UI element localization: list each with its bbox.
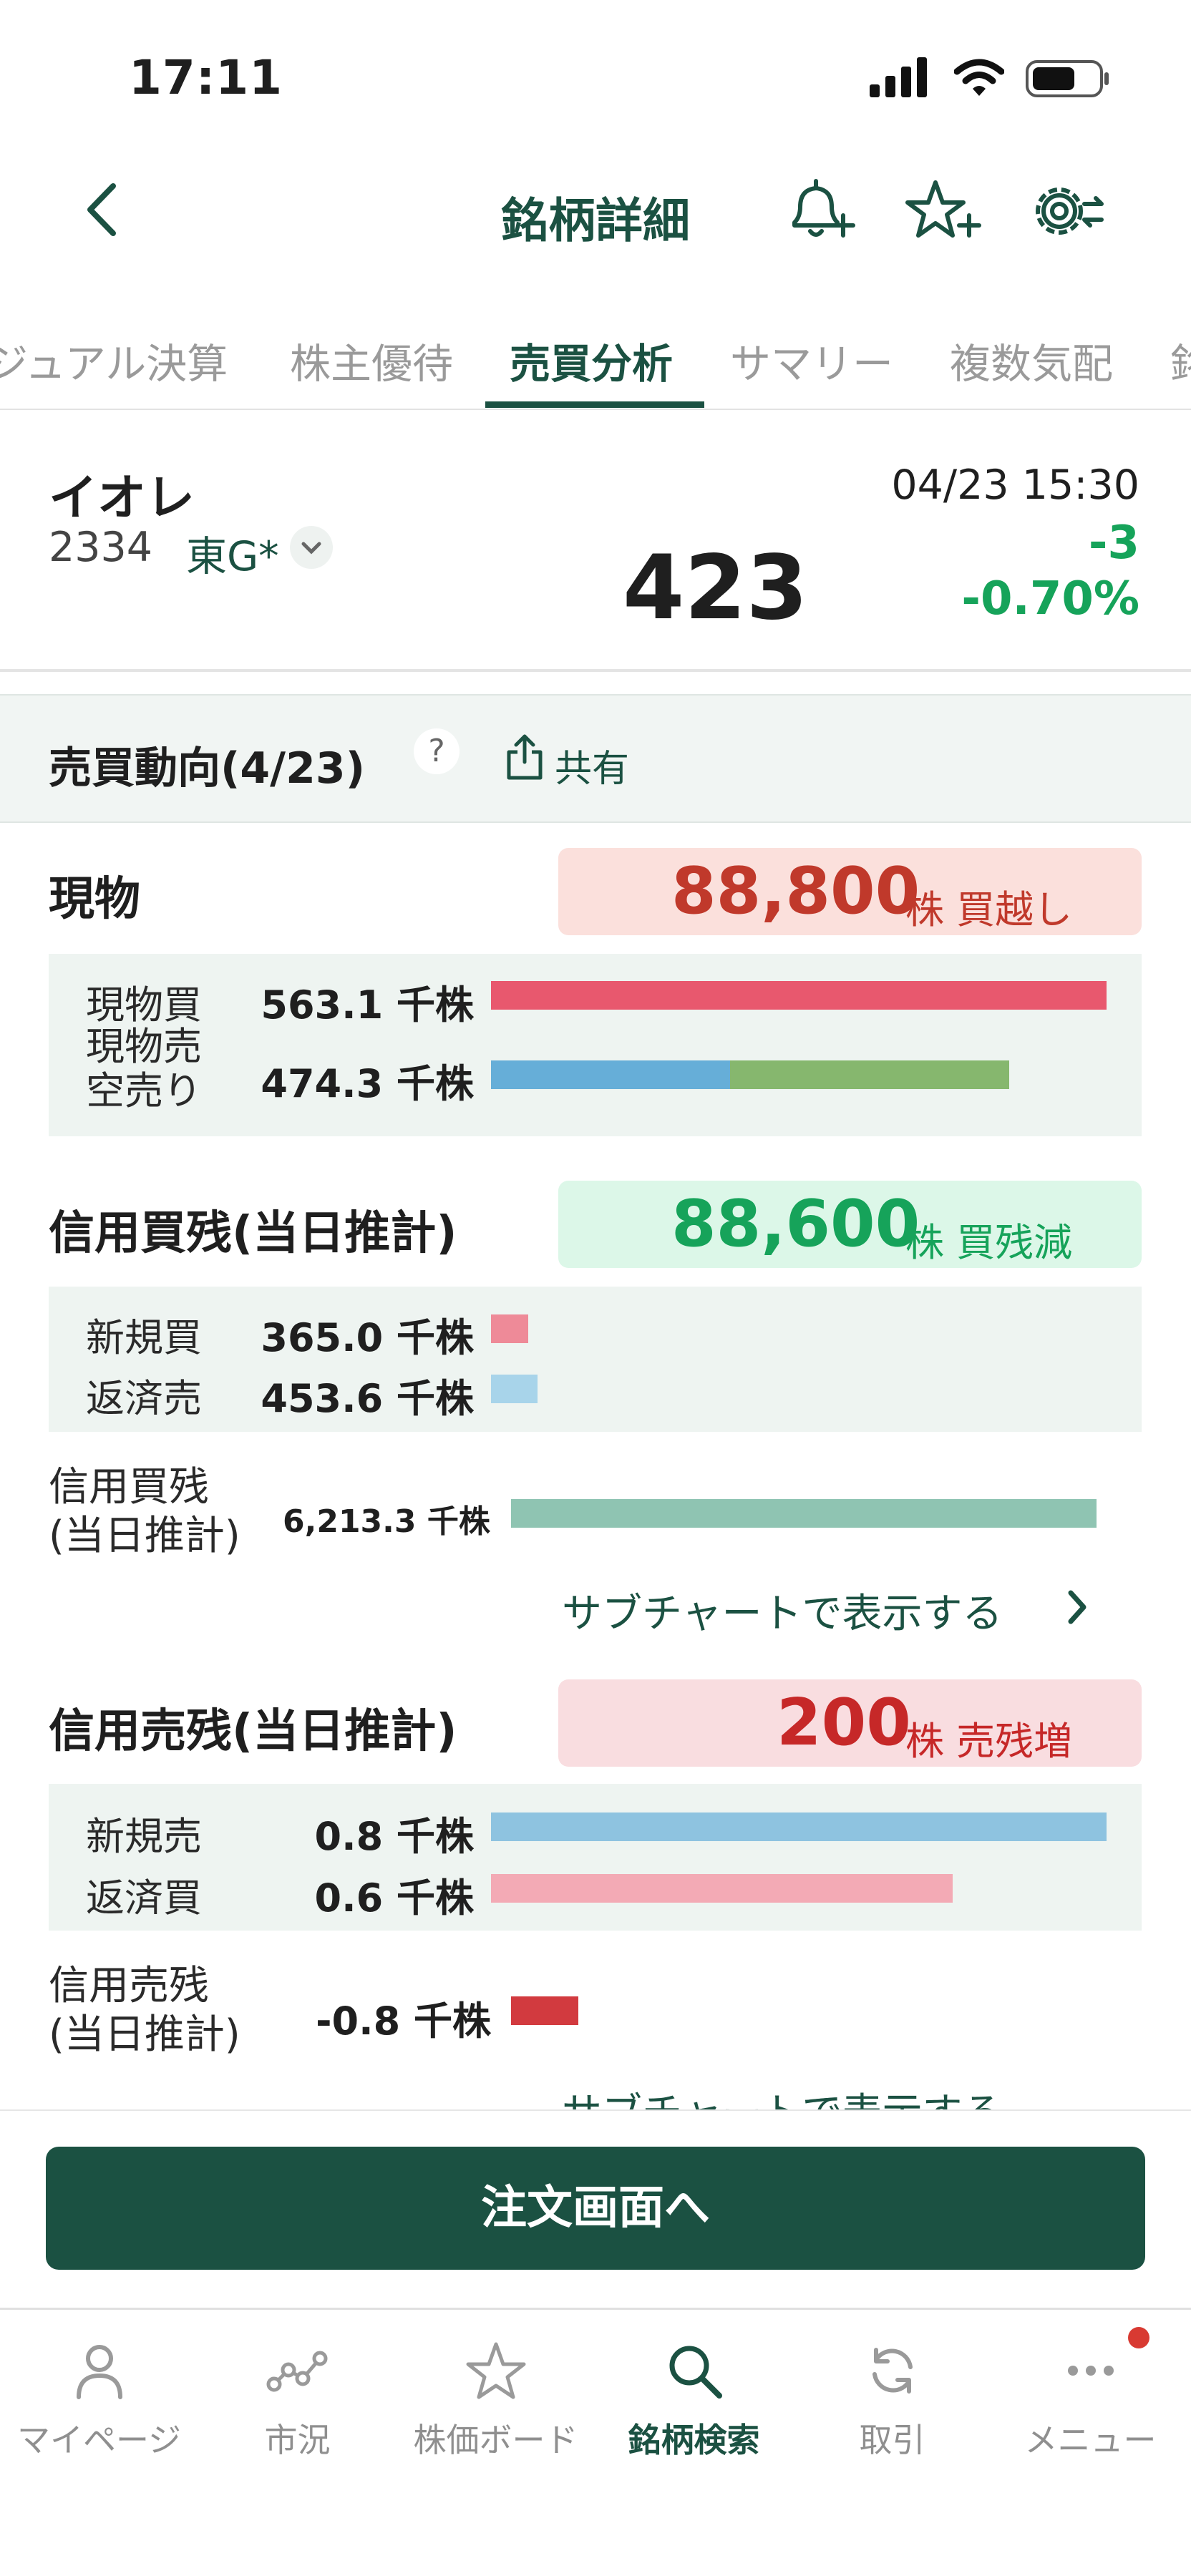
share-button[interactable]: 共有 [555, 738, 629, 792]
active-tab-indicator [485, 401, 704, 408]
nav-menu[interactable]: メニュー [991, 2338, 1190, 2462]
tab-shareholder-benefits[interactable]: 株主優待 [290, 331, 453, 390]
shinyo-kai-new-buy-label: 新規買 [86, 1315, 202, 1360]
shinyo-uri-new-sell-value: 0.8 千株 [314, 1814, 474, 1859]
shinyo-uri-repay-label: 返済買 [86, 1875, 202, 1921]
shinyo-uri-new-sell-bar [491, 1813, 1107, 1841]
genbutsu-sell-value: 474.3 千株 [261, 1061, 474, 1106]
divider [0, 669, 1191, 672]
section-title: 売買動向(4/23) [49, 743, 366, 794]
shinyo-kai-repay-value: 453.6 千株 [261, 1376, 474, 1421]
subchart-link-kai[interactable]: サブチャートで表示する [562, 1581, 1002, 1639]
shinyo-kai-balance-label: 信用買残 (当日推計) [49, 1464, 240, 1559]
nav-menu-label: メニュー [1024, 2421, 1157, 2459]
search-icon [669, 2346, 722, 2399]
nav-market[interactable]: 市況 [198, 2338, 397, 2462]
shinyo-uri-new-sell-label: 新規売 [86, 1814, 202, 1859]
stock-market[interactable]: 東G* [186, 524, 279, 582]
page-title: 銘柄詳細 [501, 193, 690, 248]
shinyo-kai-box [49, 1287, 1142, 1432]
shinyo-kai-balance-value: 6,213.3 千株 [283, 1503, 490, 1540]
shinyo-uri-balance-bar [511, 1996, 578, 2025]
shinyo-kai-net-value: 88,600 [671, 1186, 920, 1262]
genbutsu-buy-value: 563.1 千株 [261, 982, 474, 1028]
nav-trade[interactable]: 取引 [793, 2338, 991, 2462]
market-dropdown[interactable] [290, 526, 333, 569]
wifi-icon [954, 59, 1004, 96]
shinyo-kai-new-buy-bar [491, 1314, 528, 1343]
chevron-right-icon[interactable] [1064, 1587, 1092, 1627]
shinyo-kai-net-badge: 88,600 株 買残減 [558, 1181, 1142, 1268]
genbutsu-buy-bar [491, 981, 1107, 1010]
price-change-pct: -0.70% [961, 572, 1139, 625]
nav-stock-search[interactable]: 銘柄検索 [595, 2338, 793, 2462]
tab-summary[interactable]: サマリー [730, 331, 893, 390]
nav-mypage-label: マイページ [16, 2421, 182, 2459]
market-icon [266, 2351, 327, 2392]
genbutsu-net-value: 88,800 [671, 854, 920, 929]
chevron-down-icon [301, 542, 321, 555]
stock-code: 2334 [49, 524, 153, 571]
bell-plus-icon[interactable] [780, 175, 859, 247]
nav-stock-search-label: 銘柄検索 [628, 2421, 760, 2459]
star-plus-icon[interactable] [903, 175, 982, 247]
genbutsu-net-badge: 88,800 株 買越し [558, 848, 1142, 935]
genbutsu-net-unit: 株 買越し [905, 887, 1073, 932]
shinyo-uri-repay-bar [491, 1874, 953, 1903]
order-button[interactable]: 注文画面へ [46, 2147, 1145, 2270]
notification-badge [1128, 2327, 1149, 2348]
tab-visual-earnings[interactable]: ジュアル決算 [0, 331, 228, 390]
help-icon[interactable]: ? [414, 728, 460, 774]
nav-market-label: 市況 [264, 2421, 331, 2459]
nav-trade-label: 取引 [859, 2421, 925, 2459]
genbutsu-short-bar [491, 1060, 730, 1089]
tab-trading-analysis[interactable]: 売買分析 [510, 331, 673, 390]
tab-bar: ジュアル決算 株主優待 売買分析 サマリー 複数気配 銘 [0, 326, 1191, 410]
nav-mypage[interactable]: マイページ [0, 2338, 198, 2462]
shinyo-uri-title: 信用売残(当日推計) [49, 1705, 457, 1758]
shinyo-uri-repay-value: 0.6 千株 [314, 1875, 474, 1921]
more-icon [1067, 2366, 1114, 2376]
shinyo-kai-new-buy-value: 365.0 千株 [261, 1315, 474, 1360]
nav-stock-board-label: 株価ボード [413, 2421, 578, 2459]
genbutsu-sell-label: 現物売 空売り [86, 1024, 202, 1113]
shinyo-uri-balance-value: -0.8 千株 [316, 1999, 491, 2044]
status-time: 17:11 [129, 50, 283, 105]
gear-icon[interactable] [1027, 175, 1106, 247]
shinyo-uri-net-badge: 200 株 売残増 [558, 1679, 1142, 1767]
cellular-signal-icon [870, 57, 927, 97]
shinyo-uri-box [49, 1784, 1142, 1931]
star-icon [466, 2342, 525, 2399]
person-icon [76, 2345, 122, 2399]
share-icon[interactable] [505, 733, 545, 781]
shinyo-kai-net-unit: 株 買残減 [905, 1220, 1073, 1265]
genbutsu-buy-label: 現物買 [86, 982, 202, 1028]
refresh-icon [872, 2348, 913, 2394]
tab-more[interactable]: 銘 [1170, 331, 1191, 390]
quote-datetime: 04/23 15:30 [891, 462, 1139, 509]
shinyo-uri-net-value: 200 [777, 1685, 911, 1760]
price-change: -3 [1088, 517, 1139, 570]
stock-price: 423 [623, 537, 808, 640]
genbutsu-title: 現物 [49, 873, 140, 926]
shinyo-kai-title: 信用買残(当日推計) [49, 1207, 457, 1260]
shinyo-kai-balance-bar [511, 1499, 1097, 1528]
shinyo-uri-net-unit: 株 売残増 [905, 1719, 1073, 1764]
stock-name: イオレ [49, 470, 195, 527]
nav-stock-board[interactable]: 株価ボード [397, 2338, 595, 2462]
bottom-nav: マイページ 市況 株価ボード 銘柄検索 取引 メニュー [0, 2308, 1191, 2576]
shinyo-uri-balance-label: 信用売残 (当日推計) [49, 1963, 240, 2058]
shinyo-kai-repay-bar [491, 1375, 538, 1403]
battery-icon [1026, 60, 1109, 97]
shinyo-kai-repay-label: 返済売 [86, 1376, 202, 1421]
tab-multi-quotes[interactable]: 複数気配 [950, 331, 1113, 390]
